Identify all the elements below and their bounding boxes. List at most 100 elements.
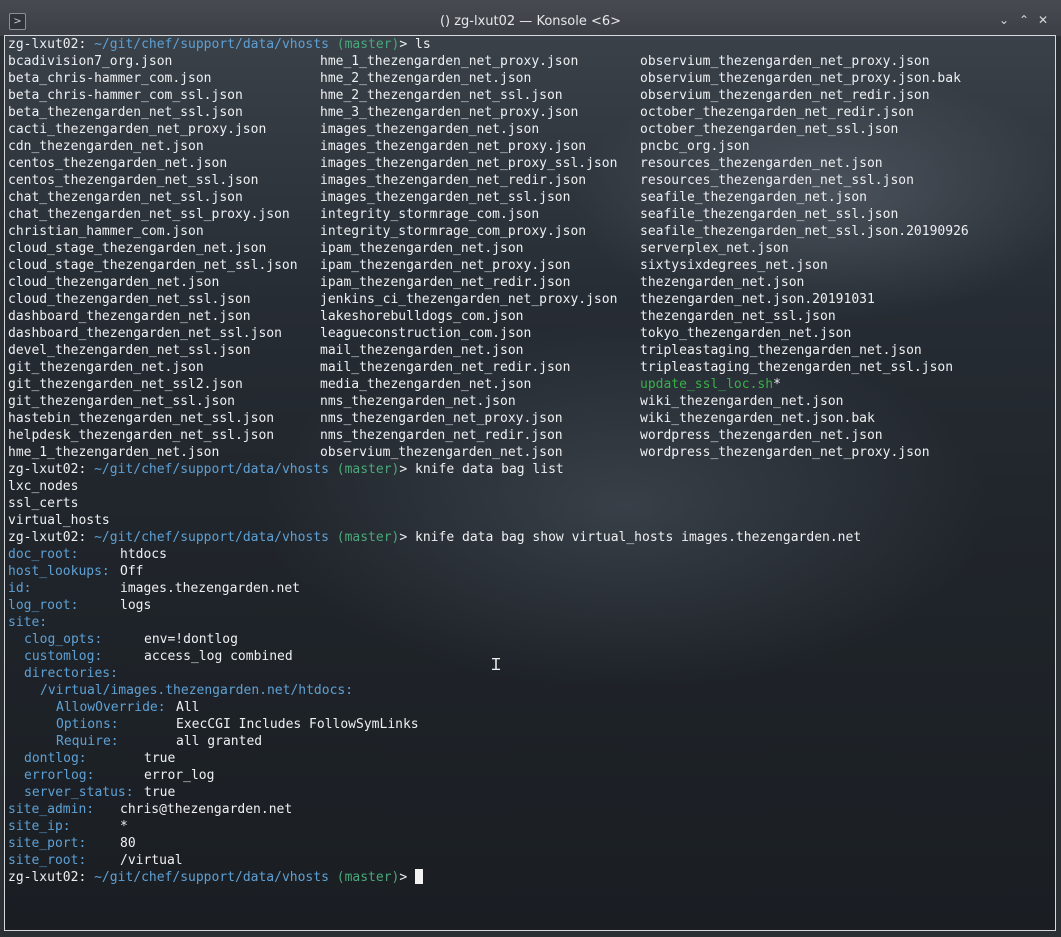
output-value: true: [144, 785, 176, 800]
output-require: Require: all granted: [8, 733, 969, 750]
file-entry: chat_thezengarden_net_ssl_proxy.json: [8, 206, 320, 223]
file-name: hme_3_thezengarden_net_proxy.json: [320, 105, 579, 120]
output-key: dontlog:: [24, 751, 87, 766]
file-entry: images_thezengarden_net_proxy.json: [320, 138, 640, 155]
file-name: october_thezengarden_net_redir.json: [640, 105, 914, 120]
prompt-line: zg-lxut02: ~/git/chef/support/data/vhost…: [8, 529, 969, 546]
file-entry: wordpress_thezengarden_net.json: [640, 427, 883, 444]
file-entry: october_thezengarden_net_ssl.json: [640, 121, 898, 138]
file-name: beta_chris-hammer_com_ssl.json: [8, 88, 243, 103]
output-site-port: site_port: 80: [8, 835, 969, 852]
output-key: /virtual/images.thezengarden.net/htdocs:: [40, 683, 354, 698]
file-name: centos_thezengarden_net_ssl.json: [8, 173, 259, 188]
output-value: /virtual: [120, 853, 183, 868]
output-site-ip: site_ip: *: [8, 818, 969, 835]
output-value: logs: [120, 598, 152, 613]
file-entry: cloud_thezengarden_net_ssl.json: [8, 291, 320, 308]
file-entry: update_ssl_loc.sh*: [640, 376, 781, 393]
file-name: nms_thezengarden_net_proxy.json: [320, 411, 563, 426]
terminal-output: zg-lxut02: ~/git/chef/support/data/vhost…: [8, 36, 969, 886]
file-entry: sixtysixdegrees_net.json: [640, 257, 828, 274]
file-name: lakeshorebulldogs_com.json: [320, 309, 524, 324]
file-entry: thezengarden_net_ssl.json: [640, 308, 836, 325]
file-entry: cloud_stage_thezengarden_net.json: [8, 240, 320, 257]
file-name: hastebin_thezengarden_net_ssl.json: [8, 411, 275, 426]
maximize-icon[interactable]: ⌃: [1016, 12, 1032, 28]
output-log-root: log_root: logs: [8, 597, 969, 614]
prompt-line: zg-lxut02: ~/git/chef/support/data/vhost…: [8, 461, 969, 478]
file-name: dashboard_thezengarden_net_ssl.json: [8, 326, 282, 341]
file-entry: cdn_thezengarden_net.json: [8, 138, 320, 155]
prompt-host: zg-lxut02:: [8, 530, 87, 545]
output-key: site_port:: [8, 836, 87, 851]
output-key: directories:: [24, 666, 118, 681]
output-value: ExecCGI Includes FollowSymLinks: [176, 717, 419, 732]
file-entry: dashboard_thezengarden_net_ssl.json: [8, 325, 320, 342]
prompt-branch: (master): [336, 37, 400, 52]
mouse-ibeam-icon: Ｉ: [488, 655, 505, 674]
file-name: dashboard_thezengarden_net.json: [8, 309, 251, 324]
window-title: () zg-lxut02 — Konsole <6>: [439, 14, 622, 29]
prompt-line: zg-lxut02: ~/git/chef/support/data/vhost…: [8, 36, 969, 53]
file-entry: wiki_thezengarden_net.json.bak: [640, 410, 875, 427]
file-entry: wordpress_thezengarden_net_proxy.json: [640, 444, 930, 461]
file-name: thezengarden_net.json.20191031: [640, 292, 875, 307]
output-key: AllowOverride:: [56, 700, 166, 715]
file-name: bcadivision7_org.json: [8, 54, 173, 69]
prompt-branch: (master): [336, 870, 400, 885]
file-entry: wiki_thezengarden_net.json: [640, 393, 844, 410]
file-entry: images_thezengarden_net.json: [320, 121, 640, 138]
ls-row: dashboard_thezengarden_net.json lakeshore…: [8, 308, 969, 325]
terminal-area[interactable]: zg-lxut02: ~/git/chef/support/data/vhost…: [5, 36, 1055, 930]
executable-marker: *: [773, 377, 781, 392]
file-name: chat_thezengarden_net_ssl.json: [8, 190, 243, 205]
file-name: cloud_thezengarden_net.json: [8, 275, 220, 290]
file-entry: images_thezengarden_net_proxy_ssl.json: [320, 155, 640, 172]
ls-row: centos_thezengarden_net.json images_theze…: [8, 155, 969, 172]
file-entry: tripleastaging_thezengarden_net_ssl.json: [640, 359, 953, 376]
ls-row: cloud_stage_thezengarden_net.json ipam_th…: [8, 240, 969, 257]
output-value: true: [144, 751, 176, 766]
prompt-symbol: >: [399, 37, 408, 52]
output-key: server_status:: [24, 785, 134, 800]
file-entry: resources_thezengarden_net_ssl.json: [640, 172, 914, 189]
file-name: cloud_thezengarden_net_ssl.json: [8, 292, 251, 307]
file-name: jenkins_ci_thezengarden_net_proxy.json: [320, 292, 618, 307]
file-entry: hme_2_thezengarden_net.json: [320, 70, 640, 87]
file-name: integrity_stormrage_com_proxy.json: [320, 224, 587, 239]
ls-row: devel_thezengarden_net_ssl.json mail_thez…: [8, 342, 969, 359]
file-name: images_thezengarden_net_ssl.json: [320, 190, 571, 205]
file-name: helpdesk_thezengarden_net_ssl.json: [8, 428, 275, 443]
output-dontlog: dontlog: true: [8, 750, 969, 767]
file-name: observium_thezengarden_net_redir.json: [640, 88, 930, 103]
file-entry: resources_thezengarden_net.json: [640, 155, 883, 172]
minimize-icon[interactable]: ⌄: [996, 12, 1012, 28]
close-icon[interactable]: ✕: [1035, 12, 1051, 28]
prompt-line[interactable]: zg-lxut02: ~/git/chef/support/data/vhost…: [8, 869, 969, 886]
output-options: Options: ExecCGI Includes FollowSymLinks: [8, 716, 969, 733]
file-entry: centos_thezengarden_net_ssl.json: [8, 172, 320, 189]
command-text: knife data bag show virtual_hosts images…: [415, 530, 862, 545]
prompt-host: zg-lxut02:: [8, 870, 87, 885]
output-server-status: server_status: true: [8, 784, 969, 801]
file-name: tripleastaging_thezengarden_net.json: [640, 343, 922, 358]
output-doc-root: doc_root: htdocs: [8, 546, 969, 563]
ls-row: cacti_thezengarden_net_proxy.json images_…: [8, 121, 969, 138]
ls-row: cloud_thezengarden_net.json ipam_thezenga…: [8, 274, 969, 291]
file-name: integrity_stormrage_com.json: [320, 207, 540, 222]
file-name: git_thezengarden_net_ssl.json: [8, 394, 235, 409]
output-key: clog_opts:: [24, 632, 103, 647]
output-key: host_lookups:: [8, 564, 110, 579]
file-name: ipam_thezengarden_net_redir.json: [320, 275, 571, 290]
file-name: ipam_thezengarden_net_proxy.json: [320, 258, 571, 273]
window-titlebar[interactable]: > () zg-lxut02 — Konsole <6> ⌄ ⌃ ✕: [0, 0, 1061, 36]
file-entry: pncbc_org.json: [640, 138, 750, 155]
ls-row: git_thezengarden_net_ssl2.json media_thez…: [8, 376, 969, 393]
text-cursor[interactable]: [415, 869, 424, 884]
file-entry: images_thezengarden_net_redir.json: [320, 172, 640, 189]
file-name: cloud_stage_thezengarden_net_ssl.json: [8, 258, 298, 273]
file-entry: media_thezengarden_net.json: [320, 376, 640, 393]
prompt-path: ~/git/chef/support/data/vhosts: [94, 37, 329, 52]
output-key: log_root:: [8, 598, 79, 613]
file-name: tripleastaging_thezengarden_net_ssl.json: [640, 360, 954, 375]
